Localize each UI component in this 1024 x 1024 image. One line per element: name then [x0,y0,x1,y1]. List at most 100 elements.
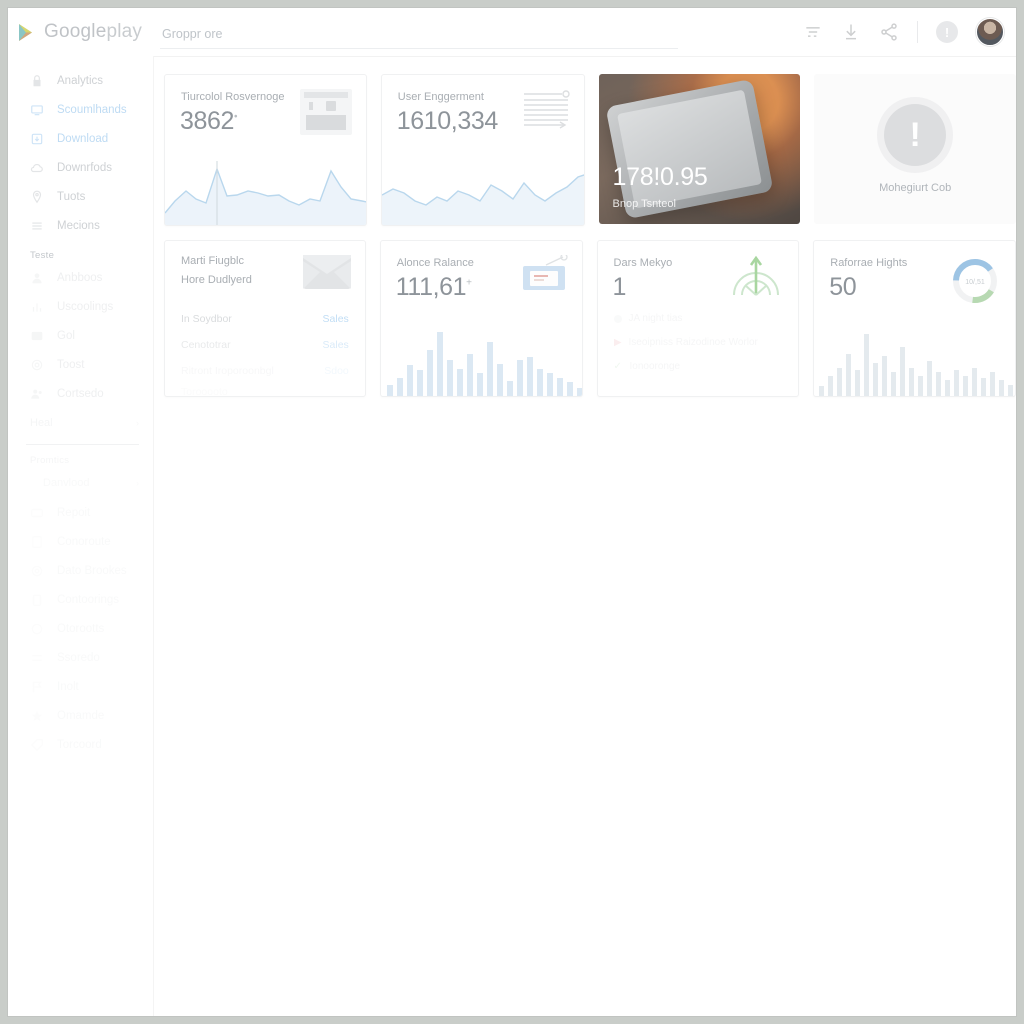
sidebar-item-label: Omamde [57,709,105,722]
card-value: 178!0.95 [612,163,708,191]
sidebar-item-download[interactable]: Download [8,124,153,153]
chart-icon [30,300,44,314]
sidebar-item-otorootts[interactable]: Otorootts [8,614,153,643]
list-item[interactable]: Cenototrar Sales [181,339,349,351]
sidebar-item-label: Torcoord [57,738,102,751]
card-value: 1610,334 [396,107,498,135]
sidebar-item-label: Analytics [57,74,104,87]
sidebar-item-label: Scoumlhands [57,103,127,116]
download-icon[interactable] [841,22,861,42]
sidebar-item-label: Uscoolings [57,300,114,313]
card-value-suffix: + [466,277,472,289]
target-icon [30,564,44,578]
sidebar-item-label: Gol [57,329,75,342]
play-triangle-icon [18,23,35,42]
list-item[interactable]: In Soydbor Sales [181,313,349,325]
sidebar-item-anbboos[interactable]: Anbboos [8,263,153,292]
brand-logo[interactable]: Googleplay [18,21,142,43]
people-icon [30,387,44,401]
sidebar-divider [26,444,139,445]
card-heights[interactable]: Raforrae Hights 50 10/,51 [813,240,1016,397]
list-item[interactable]: JA night tias [613,313,785,324]
pin-icon [30,190,44,204]
list-item[interactable]: Ritront Iroporoonbgl Sdoo [181,365,349,377]
list-item[interactable]: ✓ Ionooronge [614,361,785,372]
cloud-icon [30,161,44,175]
filter-icon[interactable] [803,22,823,42]
sidebar-item-label: Downrfods [57,161,112,174]
card-balance[interactable]: Alonce Ralance 111,61+ [379,240,583,397]
sidebar-item-tuots[interactable]: Tuots [8,182,153,211]
sidebar-section-teste: Teste [30,250,55,261]
doc-icon [30,535,44,549]
sidebar-item-scoumlhands[interactable]: Scoumlhands [8,95,153,124]
sidebar-item-label: Danvlood [43,477,90,489]
card-title: Alonce Ralance [396,257,474,269]
info-badge-icon[interactable]: ! [936,21,958,43]
card-value: 3862• [180,107,238,135]
card-revenue[interactable]: Tiurcolol Rosvernoge 3862• [164,74,367,226]
card-mail[interactable]: Marti Fiugblc Hore Dudlyerd In Soydbor S… [164,240,366,397]
card-label: Mohegiurt Cob [879,182,952,194]
card-value: 111,61+ [395,273,472,301]
flag-icon [30,680,44,694]
search-field[interactable] [160,22,682,49]
battery-icon [30,593,44,607]
list-item-label: In Soydbor [181,313,232,325]
balance-bar-chart [386,332,582,396]
triangle-red-icon [613,338,622,347]
engagement-area-chart [381,174,584,225]
search-input[interactable] [160,22,682,46]
sidebar-item-contoorings[interactable]: Contoorings [8,585,153,614]
card-row-2: Marti Fiugblc Hore Dudlyerd In Soydbor S… [164,240,1016,397]
list-item[interactable]: Iseoipniss Raizodinoe Worlor [613,337,785,348]
sidebar-item-label: Mecions [57,219,100,232]
card-title: User Enggerment [397,91,484,103]
sidebar-item-label: Otorootts [57,622,105,635]
sidebar-item-label: Contoorings [57,593,120,606]
sidebar-item-mecions[interactable]: Mecions [8,211,153,240]
header-actions: ! [803,8,1004,56]
tag-icon [30,738,44,752]
list-item-label: Torooooto [181,386,228,397]
donut-center-label: 10/,51 [965,279,985,286]
sidebar-item-torcoord[interactable]: Torcoord [8,730,153,759]
brand-title: Googleplay [44,21,142,43]
app-header: Googleplay Groppr ore ! [8,8,1016,57]
list-item-link[interactable]: Sales [323,339,349,351]
sidebar: Analytics Scoumlhands Download Downrfods [8,56,154,1016]
list-item-link[interactable]: Sdoo [324,365,349,377]
sidebar-item-label: Inolt [57,680,79,693]
avatar[interactable] [976,18,1004,46]
sidebar-item-toost[interactable]: Toost [8,350,153,379]
sidebar-item-analytics[interactable]: Analytics [8,66,153,95]
app-window: Googleplay Groppr ore ! Analytics Scouml… [8,8,1016,1016]
share-icon[interactable] [879,22,899,42]
sidebar-item-cortsedo[interactable]: Cortsedo [8,379,153,408]
sidebar-expand-heal[interactable]: Heal › [8,408,153,438]
card-title: Dars Mekyo [613,257,673,269]
card-warning[interactable]: ! Mohegiurt Cob [814,74,1016,224]
revenue-area-chart [165,161,366,225]
card-engagement[interactable]: User Enggerment 1610,334 [380,74,585,226]
sidebar-item-dato-brookes[interactable]: Dato Brookes [8,556,153,585]
sidebar-item-danvlood[interactable]: Danvlood › [8,468,153,508]
sidebar-item-uscoolings[interactable]: Uscoolings [8,292,153,321]
sidebar-item-downrfods[interactable]: Downrfods [8,153,153,182]
card-photo[interactable]: 178!0.95 Bnop Tsnteol [598,74,801,224]
list-item-link[interactable]: Sales [323,313,349,325]
sidebar-item-omamde[interactable]: Omamde [8,701,153,730]
sidebar-item-inolt[interactable]: Inolt [8,672,153,701]
card-metrics[interactable]: Dars Mekyo 1 JA night tias Iseoipniss Ra… [596,240,800,397]
sidebar-item-ssoredo[interactable]: Ssoredo [8,643,153,672]
list-item-label: JA night tias [628,313,683,324]
list-item-label: Iseoipniss Raizodinoe Worlor [628,337,758,348]
sidebar-item-label: Repoit [57,506,91,519]
sidebar-item-repoit[interactable]: Repoit [8,498,153,527]
sidebar-item-conoroute[interactable]: Conoroute [8,527,153,556]
list-item[interactable]: Torooooto [181,386,349,397]
sidebar-item-label: Anbboos [57,271,103,284]
sidebar-item-label: Conoroute [57,535,111,548]
person-icon [30,271,44,285]
sidebar-item-gol[interactable]: Gol [8,321,153,350]
